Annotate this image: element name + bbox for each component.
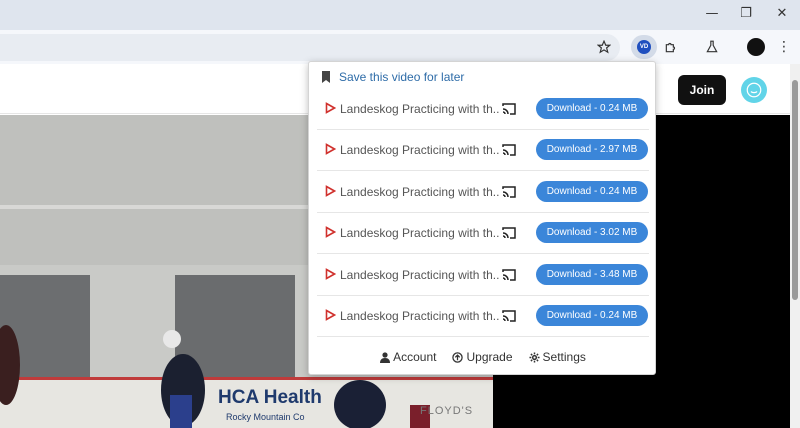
download-button[interactable]: Download - 0.24 MB <box>536 305 648 326</box>
profile-avatar[interactable] <box>747 38 765 56</box>
play-icon[interactable] <box>325 102 336 114</box>
video-title: Landeskog Practicing with th... <box>340 268 500 282</box>
cast-icon[interactable] <box>501 143 517 157</box>
popup-footer: Account Upgrade Settings <box>309 348 657 366</box>
video-title: Landeskog Practicing with th... <box>340 185 500 199</box>
cast-icon[interactable] <box>501 102 517 116</box>
extensions-puzzle-icon[interactable] <box>660 36 682 58</box>
labs-flask-icon[interactable] <box>701 36 723 58</box>
cast-icon[interactable] <box>501 268 517 282</box>
video-title: Landeskog Practicing with th... <box>340 226 500 240</box>
maximize-button[interactable]: ❐ <box>733 4 759 22</box>
play-icon[interactable] <box>325 185 336 197</box>
scrollbar-thumb[interactable] <box>792 80 798 300</box>
account-label: Account <box>393 350 437 364</box>
download-button[interactable]: Download - 3.48 MB <box>536 264 648 285</box>
video-list-item: Landeskog Practicing with th... Download… <box>317 296 649 337</box>
title-bar: — ❐ ✕ <box>0 0 800 30</box>
close-window-button[interactable]: ✕ <box>769 4 795 22</box>
download-button[interactable]: Download - 2.97 MB <box>536 139 648 160</box>
join-button[interactable]: Join <box>678 75 726 105</box>
video-title: Landeskog Practicing with th... <box>340 143 500 157</box>
gear-icon <box>528 351 540 363</box>
play-icon[interactable] <box>325 143 336 155</box>
download-button[interactable]: Download - 3.02 MB <box>536 222 648 243</box>
video-title: Landeskog Practicing with th... <box>340 309 500 323</box>
save-video-link[interactable]: Save this video for later <box>321 67 464 87</box>
download-button[interactable]: Download - 0.24 MB <box>536 181 648 202</box>
video-downloader-extension-icon[interactable]: VD <box>637 40 651 54</box>
cast-icon[interactable] <box>501 185 517 199</box>
user-icon <box>380 351 391 363</box>
video-list-item: Landeskog Practicing with th... Download… <box>317 172 649 213</box>
download-button[interactable]: Download - 0.24 MB <box>536 98 648 119</box>
bookmark-icon <box>322 71 330 83</box>
upgrade-label: Upgrade <box>466 350 513 364</box>
rink-banner-right: FLOYD'S <box>420 405 474 417</box>
video-list-item: Landeskog Practicing with th... Download… <box>317 89 649 130</box>
browser-menu-icon[interactable]: ⋮ <box>773 36 795 58</box>
address-bar[interactable] <box>0 34 620 61</box>
video-list-item: Landeskog Practicing with th... Download… <box>317 130 649 171</box>
cast-icon[interactable] <box>501 226 517 240</box>
upgrade-link[interactable]: Upgrade <box>452 348 513 366</box>
play-icon[interactable] <box>325 226 336 238</box>
cast-icon[interactable] <box>501 309 517 323</box>
rink-banner-subtext: Rocky Mountain Co <box>226 412 305 422</box>
user-avatar-icon[interactable] <box>741 77 767 103</box>
video-list-item: Landeskog Practicing with th... Download… <box>317 213 649 254</box>
video-list-item: Landeskog Practicing with th... Download… <box>317 255 649 296</box>
upgrade-arrow-icon <box>452 351 464 363</box>
bookmark-star-icon[interactable] <box>593 36 615 58</box>
account-link[interactable]: Account <box>380 348 436 366</box>
video-title: Landeskog Practicing with th... <box>340 102 500 116</box>
play-icon[interactable] <box>325 268 336 280</box>
settings-link[interactable]: Settings <box>528 348 586 366</box>
video-downloader-popup: Save this video for later Landeskog Prac… <box>308 61 656 375</box>
rink-banner-text: HCA Health <box>218 387 322 408</box>
minimize-button[interactable]: — <box>699 4 725 22</box>
settings-label: Settings <box>542 350 586 364</box>
play-icon[interactable] <box>325 309 336 321</box>
save-video-label: Save this video for later <box>339 70 465 84</box>
